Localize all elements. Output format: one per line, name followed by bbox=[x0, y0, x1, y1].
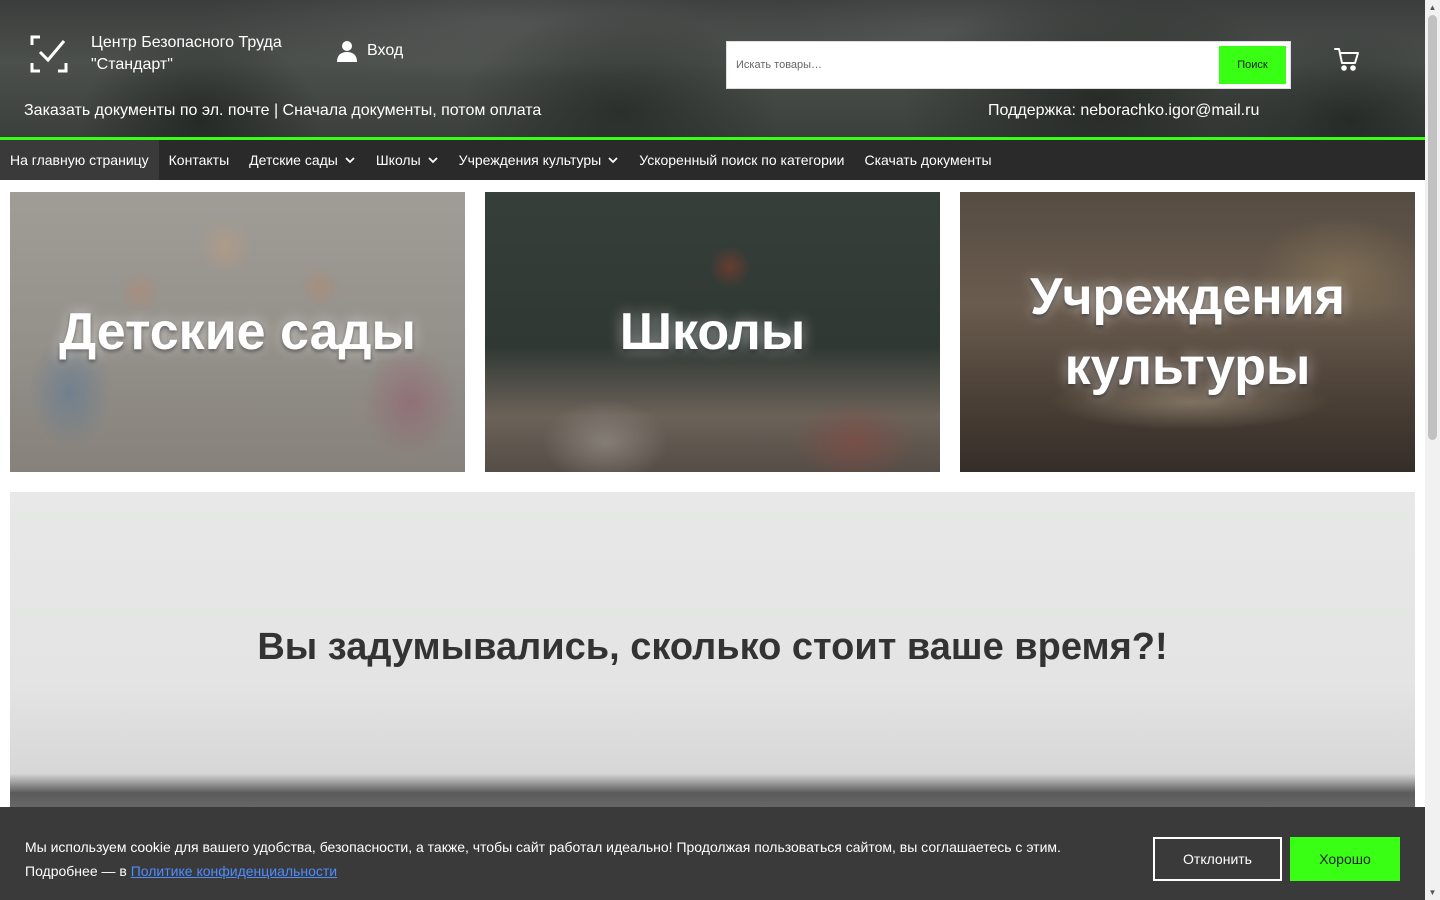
nav-item-culture[interactable]: Учреждения культуры bbox=[449, 140, 630, 180]
scroll-down-arrow-icon[interactable]: ▼ bbox=[1425, 885, 1440, 900]
nav-item-schools[interactable]: Школы bbox=[366, 140, 449, 180]
category-card-label: Школы bbox=[619, 303, 806, 361]
scroll-up-arrow-icon[interactable]: ▲ bbox=[1425, 0, 1440, 15]
nav-item-kindergartens[interactable]: Детские сады bbox=[239, 140, 366, 180]
cookie-decline-button[interactable]: Отклонить bbox=[1153, 837, 1282, 881]
search-input[interactable] bbox=[727, 42, 1217, 88]
nav-item-label: Детские сады bbox=[249, 152, 338, 168]
nav-item-label: Учреждения культуры bbox=[458, 152, 602, 168]
chevron-down-icon bbox=[608, 157, 618, 164]
cookie-text: Мы используем cookie для вашего удобства… bbox=[25, 835, 1115, 883]
login-link[interactable]: Вход bbox=[336, 40, 403, 62]
nav-item-label: Контакты bbox=[168, 152, 230, 168]
nav-item-download[interactable]: Скачать документы bbox=[855, 140, 1002, 180]
site-header: Центр Безопасного Труда "Стандарт" Вход … bbox=[0, 0, 1425, 140]
cookie-banner: Мы используем cookie для вашего удобства… bbox=[0, 807, 1425, 900]
nav-item-label: Ускоренный поиск по категории bbox=[639, 152, 845, 168]
main-nav: На главную страницу Контакты Детские сад… bbox=[0, 140, 1425, 180]
brand-name[interactable]: Центр Безопасного Труда "Стандарт" bbox=[91, 32, 311, 76]
logo-icon[interactable] bbox=[30, 35, 68, 73]
cookie-accept-button[interactable]: Хорошо bbox=[1290, 837, 1400, 881]
scrollbar-thumb[interactable] bbox=[1428, 15, 1437, 440]
nav-item-quick-search[interactable]: Ускоренный поиск по категории bbox=[629, 140, 854, 180]
category-card-label: Детские сады bbox=[59, 303, 416, 361]
category-card-culture[interactable]: Учреждения культуры bbox=[960, 192, 1415, 472]
tagline: Заказать документы по эл. почте | Сначал… bbox=[24, 102, 542, 119]
privacy-policy-link[interactable]: Политике конфиденциальности bbox=[131, 863, 337, 879]
hero-title: Вы задумывались, сколько стоит ваше врем… bbox=[257, 626, 1168, 668]
user-icon bbox=[337, 41, 357, 62]
chevron-down-icon bbox=[345, 157, 355, 164]
search-button[interactable]: Поиск bbox=[1219, 46, 1286, 84]
category-card-label: Учреждения культуры bbox=[1029, 268, 1346, 396]
category-card-kindergartens[interactable]: Детские сады bbox=[10, 192, 465, 472]
chevron-down-icon bbox=[428, 157, 438, 164]
cart-icon[interactable] bbox=[1334, 46, 1360, 72]
nav-item-home[interactable]: На главную страницу bbox=[0, 140, 159, 180]
nav-item-contacts[interactable]: Контакты bbox=[159, 140, 239, 180]
support-email[interactable]: Поддержка: neborachko.igor@mail.ru bbox=[988, 102, 1259, 120]
hero-banner: Вы задумывались, сколько стоит ваше врем… bbox=[10, 492, 1415, 812]
nav-item-label: Скачать документы bbox=[864, 152, 992, 168]
search-form: Поиск bbox=[726, 41, 1291, 89]
page-scrollbar[interactable]: ▲ ▼ bbox=[1425, 0, 1440, 900]
nav-item-label: Школы bbox=[375, 152, 421, 168]
nav-item-label: На главную страницу bbox=[10, 152, 149, 168]
login-label: Вход bbox=[367, 42, 404, 59]
category-card-schools[interactable]: Школы bbox=[485, 192, 940, 472]
